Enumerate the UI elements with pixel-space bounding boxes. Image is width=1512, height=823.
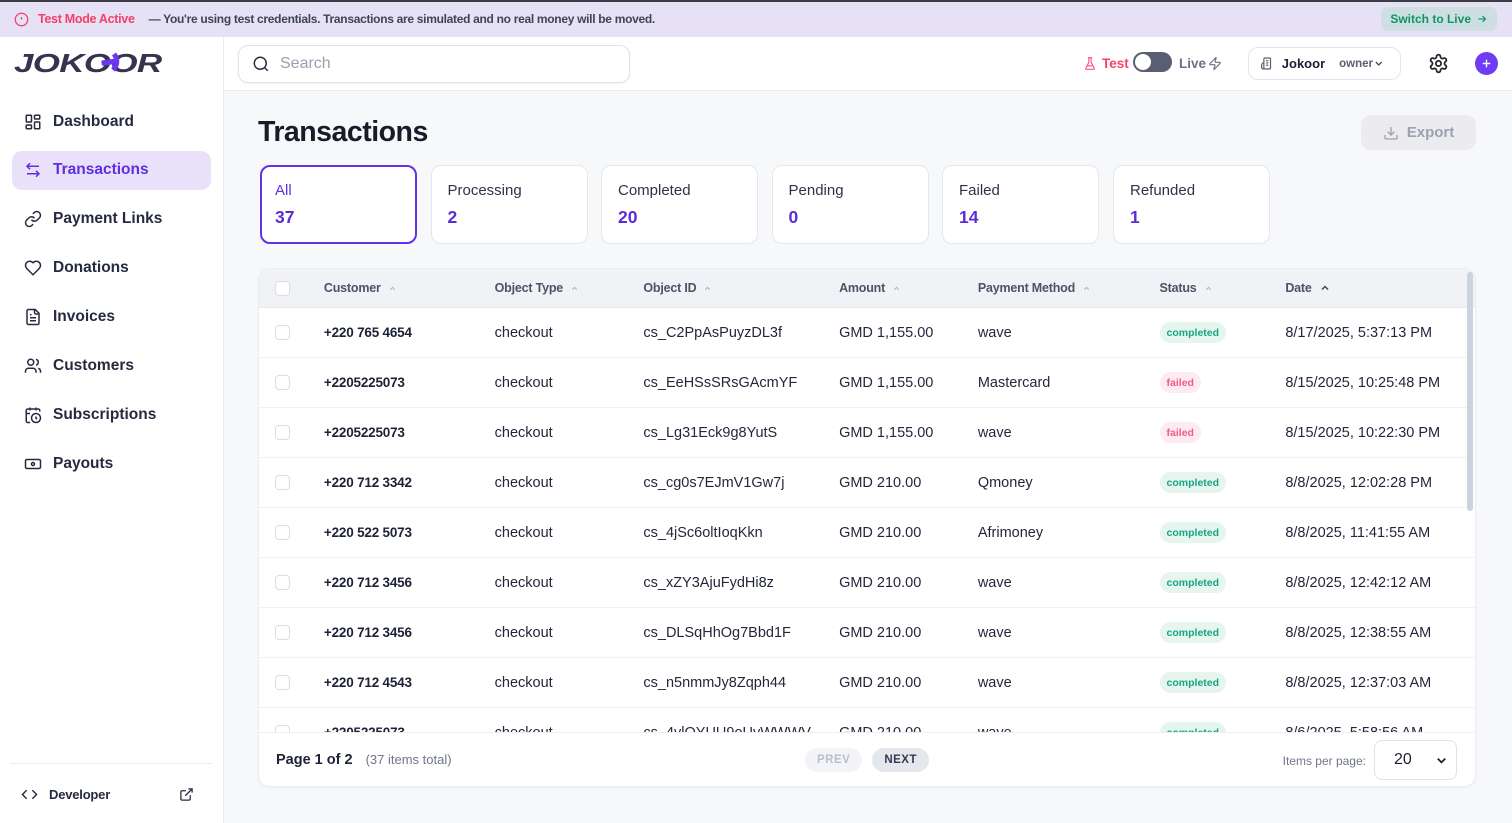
svg-text:JOKOOR: JOKOOR — [14, 48, 162, 77]
